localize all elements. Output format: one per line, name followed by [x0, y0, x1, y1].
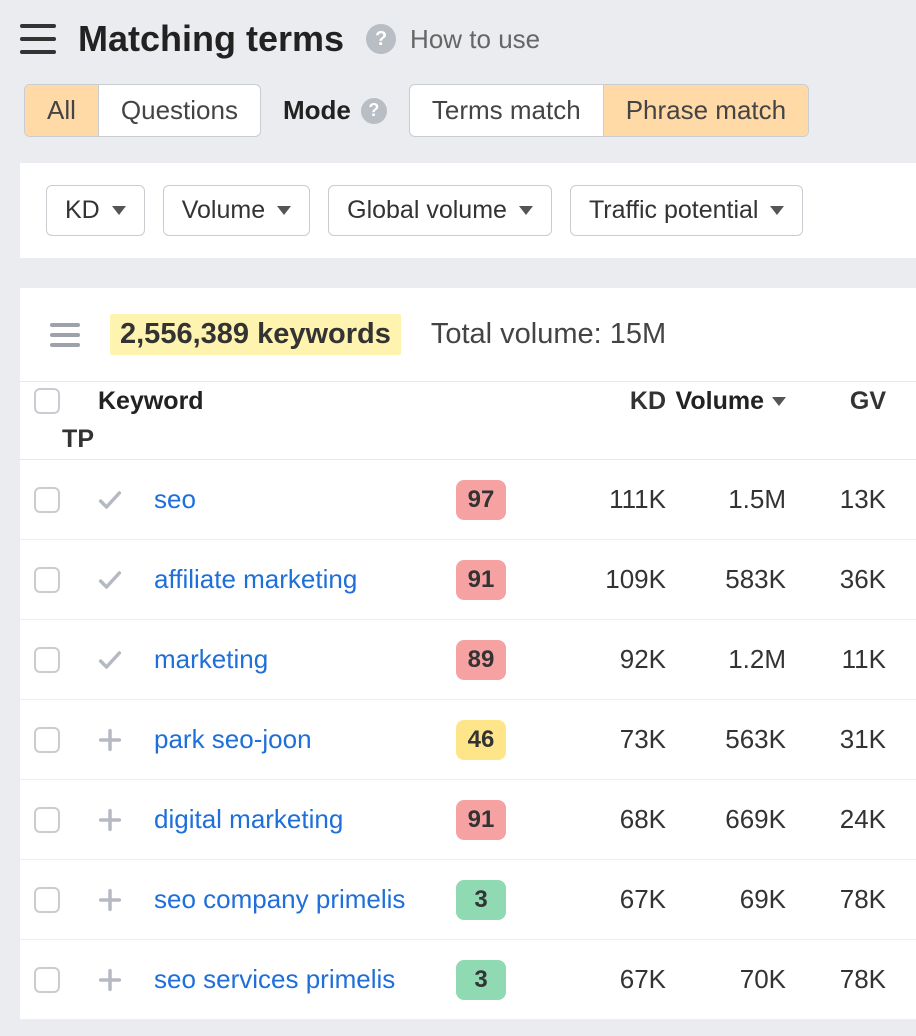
keyword-link[interactable]: seo services primelis [154, 964, 395, 994]
table-row: seo company primelis 367K69K78K [20, 860, 916, 940]
tab-questions[interactable]: Questions [98, 85, 260, 136]
table-row: affiliate marketing 91109K583K36K [20, 540, 916, 620]
kd-badge: 97 [456, 480, 506, 520]
table-row: seo services primelis 367K70K78K [20, 940, 916, 1020]
row-checkbox[interactable] [34, 567, 60, 593]
volume-cell: 109K [506, 564, 666, 595]
gv-cell: 69K [666, 884, 786, 915]
table-row: marketing 8992K1.2M11K [20, 620, 916, 700]
plus-icon[interactable] [94, 724, 126, 756]
gv-cell: 1.5M [666, 484, 786, 515]
select-all-checkbox[interactable] [34, 388, 60, 414]
tp-cell: 36K [786, 564, 886, 595]
gv-cell: 563K [666, 724, 786, 755]
filter-traffic-potential[interactable]: Traffic potential [570, 185, 804, 236]
chevron-down-icon [770, 206, 784, 215]
col-gv[interactable]: GV [786, 387, 886, 416]
kd-badge: 3 [456, 880, 506, 920]
help-icon[interactable]: ? [361, 98, 387, 124]
tab-all[interactable]: All [25, 85, 98, 136]
gv-cell: 70K [666, 964, 786, 995]
how-to-use[interactable]: ? How to use [366, 24, 540, 55]
filter-kd[interactable]: KD [46, 185, 145, 236]
table-header: Keyword KD Volume GV TP [20, 382, 916, 460]
row-checkbox[interactable] [34, 887, 60, 913]
volume-cell: 73K [506, 724, 666, 755]
table-row: digital marketing 9168K669K24K [20, 780, 916, 860]
kd-badge: 91 [456, 560, 506, 600]
kd-badge: 89 [456, 640, 506, 680]
chevron-down-icon [112, 206, 126, 215]
tp-cell: 78K [786, 964, 886, 995]
page-title: Matching terms [78, 18, 344, 60]
row-checkbox[interactable] [34, 807, 60, 833]
check-icon [94, 484, 126, 516]
tp-cell: 13K [786, 484, 886, 515]
plus-icon[interactable] [94, 884, 126, 916]
total-volume: Total volume: 15M [431, 318, 666, 351]
row-checkbox[interactable] [34, 727, 60, 753]
chevron-down-icon [519, 206, 533, 215]
gv-cell: 583K [666, 564, 786, 595]
keywords-table: Keyword KD Volume GV TP seo 97111K1.5M13K… [20, 381, 916, 1020]
volume-cell: 111K [506, 484, 666, 515]
match-type-segment: Terms matchPhrase match [409, 84, 809, 137]
density-icon[interactable] [50, 323, 80, 347]
how-to-use-label: How to use [410, 24, 540, 55]
col-volume[interactable]: Volume [666, 387, 786, 416]
menu-icon[interactable] [20, 24, 56, 54]
keywords-count: 2,556,389 keywords [110, 314, 401, 355]
keyword-link[interactable]: seo [154, 484, 196, 514]
keyword-link[interactable]: marketing [154, 644, 268, 674]
help-icon: ? [366, 24, 396, 54]
row-checkbox[interactable] [34, 967, 60, 993]
mode-label: Mode ? [283, 95, 387, 126]
summary-bar: 2,556,389 keywords Total volume: 15M [20, 288, 916, 381]
tp-cell: 78K [786, 884, 886, 915]
keyword-type-segment: AllQuestions [24, 84, 261, 137]
sort-desc-icon [772, 397, 786, 406]
plus-icon[interactable] [94, 804, 126, 836]
volume-cell: 92K [506, 644, 666, 675]
check-icon [94, 644, 126, 676]
keyword-link[interactable]: digital marketing [154, 804, 343, 834]
col-keyword[interactable]: Keyword [94, 387, 416, 416]
col-kd[interactable]: KD [506, 387, 666, 416]
row-checkbox[interactable] [34, 647, 60, 673]
tab-terms-match[interactable]: Terms match [410, 85, 603, 136]
tab-phrase-match[interactable]: Phrase match [603, 85, 808, 136]
gv-cell: 669K [666, 804, 786, 835]
row-checkbox[interactable] [34, 487, 60, 513]
plus-icon[interactable] [94, 964, 126, 996]
gv-cell: 1.2M [666, 644, 786, 675]
volume-cell: 68K [506, 804, 666, 835]
tp-cell: 31K [786, 724, 886, 755]
keyword-link[interactable]: seo company primelis [154, 884, 405, 914]
kd-badge: 46 [456, 720, 506, 760]
col-tp[interactable]: TP [34, 425, 94, 454]
tp-cell: 11K [786, 644, 886, 675]
table-row: seo 97111K1.5M13K [20, 460, 916, 540]
table-row: park seo-joon 4673K563K31K [20, 700, 916, 780]
tp-cell: 24K [786, 804, 886, 835]
filter-volume[interactable]: Volume [163, 185, 310, 236]
keyword-link[interactable]: affiliate marketing [154, 564, 357, 594]
kd-badge: 3 [456, 960, 506, 1000]
check-icon [94, 564, 126, 596]
volume-cell: 67K [506, 964, 666, 995]
chevron-down-icon [277, 206, 291, 215]
volume-cell: 67K [506, 884, 666, 915]
filters-panel: KD Volume Global volume Traffic potential [20, 163, 916, 258]
filter-global-volume[interactable]: Global volume [328, 185, 552, 236]
kd-badge: 91 [456, 800, 506, 840]
keyword-link[interactable]: park seo-joon [154, 724, 312, 754]
